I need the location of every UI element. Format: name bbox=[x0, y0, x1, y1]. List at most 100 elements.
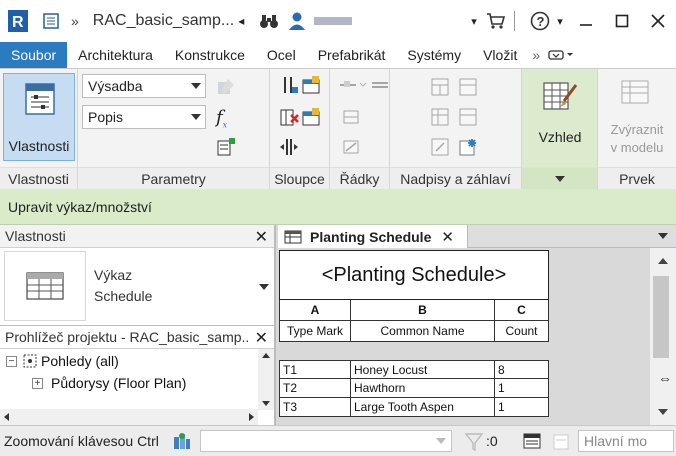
minimize-icon[interactable] bbox=[568, 6, 604, 36]
ungroup-headers-icon[interactable] bbox=[458, 137, 478, 157]
schedule-header-block: <Planting Schedule> A B C Type Mark Comm… bbox=[279, 250, 549, 342]
scroll-down-icon[interactable] bbox=[262, 401, 270, 406]
column-table-icon[interactable] bbox=[301, 75, 321, 95]
column-header-common-name[interactable]: Common Name bbox=[351, 321, 495, 342]
close-properties-icon[interactable]: ✕ bbox=[255, 227, 268, 247]
insert-column-icon[interactable] bbox=[279, 75, 299, 95]
help-icon[interactable]: ? bbox=[528, 7, 552, 35]
calculated-value-icon[interactable]: fx bbox=[216, 107, 236, 130]
scroll-up-icon[interactable] bbox=[658, 258, 668, 264]
cell-type-mark[interactable]: T2 bbox=[279, 379, 351, 398]
column-letter-c[interactable]: C bbox=[495, 300, 549, 321]
binoculars-icon[interactable] bbox=[258, 7, 280, 35]
design-options-icon[interactable] bbox=[552, 432, 572, 455]
column-letter-b[interactable]: B bbox=[351, 300, 495, 321]
view-tabs-menu-icon[interactable] bbox=[658, 233, 668, 239]
close-project-browser-icon[interactable]: ✕ bbox=[255, 328, 268, 348]
worksharing-icon[interactable] bbox=[172, 431, 192, 454]
resize-column-icon[interactable] bbox=[301, 107, 321, 127]
close-window-icon[interactable] bbox=[640, 6, 676, 36]
filter-selection-icon[interactable] bbox=[464, 432, 484, 455]
column-letter-a[interactable]: A bbox=[279, 300, 351, 321]
phase-combo[interactable]: Výsadba bbox=[82, 74, 206, 98]
column-width-icon[interactable] bbox=[279, 137, 299, 157]
tab-systemy[interactable]: Systémy bbox=[396, 42, 472, 68]
tab-vlozit[interactable]: Vložit bbox=[472, 42, 528, 68]
insert-row-icon[interactable] bbox=[338, 75, 372, 95]
merge-cells-icon[interactable] bbox=[430, 77, 450, 97]
tree-item-views[interactable]: − Pohledy (all) bbox=[6, 350, 119, 372]
properties-button[interactable]: Vlastnosti bbox=[3, 73, 75, 161]
highlight-in-model-button[interactable]: Zvýraznit v modelu bbox=[600, 73, 674, 161]
ribbon-panels: Vlastnosti Vlastnosti Výsadba Popis fx P… bbox=[0, 69, 676, 189]
help-dropdown-icon[interactable]: ▾ bbox=[552, 7, 568, 35]
column-header-type-mark[interactable]: Type Mark bbox=[279, 321, 351, 342]
scroll-down-icon[interactable] bbox=[658, 409, 668, 415]
open-file-icon[interactable] bbox=[41, 7, 61, 35]
unmerge-cells-icon[interactable] bbox=[458, 77, 478, 97]
tab-prefabrikat[interactable]: Prefabrikát bbox=[307, 42, 397, 68]
quick-access-overflow-icon[interactable]: » bbox=[71, 7, 79, 35]
delete-row-icon[interactable] bbox=[342, 107, 362, 127]
tab-soubor[interactable]: Soubor bbox=[0, 42, 68, 68]
table-row[interactable]: T1 Honey Locust 8 bbox=[279, 360, 549, 379]
cell-type-mark[interactable]: T3 bbox=[279, 398, 351, 417]
close-view-tab-icon[interactable]: ✕ bbox=[441, 228, 454, 246]
schedule-title[interactable]: <Planting Schedule> bbox=[279, 250, 549, 300]
scroll-up-icon[interactable] bbox=[262, 353, 270, 358]
workset-field[interactable] bbox=[200, 430, 452, 452]
ribbon-display-toggle-icon[interactable] bbox=[544, 42, 578, 68]
highlight-button-line1: Zvýraznit bbox=[610, 122, 664, 137]
project-browser-title: Prohlížeč projektu - RAC_basic_samp... bbox=[5, 329, 250, 345]
clear-cell-icon[interactable] bbox=[458, 107, 478, 127]
filter-combo[interactable]: Popis bbox=[82, 105, 206, 129]
expand-icon[interactable]: + bbox=[32, 377, 43, 389]
status-bar: Zoomování klávesou Ctrl :0 Hlavní mo bbox=[0, 425, 676, 456]
table-row[interactable]: T3 Large Tooth Aspen 1 bbox=[279, 398, 549, 417]
column-header-count[interactable]: Count bbox=[495, 321, 549, 342]
browser-vertical-scrollbar[interactable] bbox=[258, 349, 274, 410]
scroll-left-icon[interactable] bbox=[4, 413, 9, 421]
type-selector[interactable]: Výkaz Schedule bbox=[0, 248, 274, 324]
toolbar-separator bbox=[514, 11, 524, 31]
tab-konstrukce[interactable]: Konstrukce bbox=[164, 42, 256, 68]
group-headers-icon[interactable] bbox=[430, 137, 450, 157]
revit-app-icon[interactable]: R bbox=[7, 9, 29, 33]
scroll-thumb[interactable] bbox=[653, 276, 669, 358]
chevron-down-icon[interactable] bbox=[436, 438, 446, 444]
title-bar: R » RAC_basic_samp... ◂ ▾ ? ▾ bbox=[0, 0, 676, 42]
appearance-dropdown[interactable] bbox=[522, 167, 597, 189]
delete-column-icon[interactable] bbox=[279, 107, 299, 127]
tab-planting-schedule[interactable]: Planting Schedule ✕ bbox=[278, 225, 468, 248]
cell-count[interactable]: 1 bbox=[495, 379, 549, 398]
cell-count[interactable]: 8 bbox=[495, 360, 549, 379]
scroll-right-icon[interactable] bbox=[249, 413, 254, 421]
account-dropdown-icon[interactable]: ▾ bbox=[466, 7, 482, 35]
cell-common-name[interactable]: Hawthorn bbox=[351, 379, 495, 398]
insert-image-icon[interactable] bbox=[430, 107, 450, 127]
editable-only-icon[interactable] bbox=[522, 431, 542, 454]
collapse-icon[interactable]: − bbox=[6, 355, 17, 367]
tabs-overflow-icon[interactable]: » bbox=[528, 42, 544, 68]
view-vertical-scrollbar[interactable]: ⇔ bbox=[650, 248, 676, 425]
tab-architektura[interactable]: Architektura bbox=[67, 42, 164, 68]
cart-icon[interactable] bbox=[482, 7, 510, 35]
user-account-icon[interactable] bbox=[286, 7, 308, 35]
cell-common-name[interactable]: Large Tooth Aspen bbox=[351, 398, 495, 417]
browser-horizontal-scrollbar[interactable] bbox=[0, 409, 258, 425]
maximize-icon[interactable] bbox=[604, 6, 640, 36]
row-resize-icon[interactable] bbox=[342, 137, 362, 157]
main-model-combo[interactable]: Hlavní mo bbox=[578, 430, 674, 452]
combine-parameters-icon[interactable] bbox=[216, 137, 236, 157]
cell-type-mark[interactable]: T1 bbox=[279, 360, 351, 379]
edit-parameter-icon[interactable] bbox=[216, 77, 236, 97]
appearance-button[interactable]: Vzhled bbox=[526, 73, 594, 161]
chevron-down-icon[interactable] bbox=[259, 284, 269, 290]
cell-count[interactable]: 1 bbox=[495, 398, 549, 417]
highlight-model-icon bbox=[621, 80, 649, 104]
cell-common-name[interactable]: Honey Locust bbox=[351, 360, 495, 379]
row-height-icon[interactable] bbox=[370, 75, 390, 95]
tree-item-floor-plans[interactable]: + Půdorysy (Floor Plan) bbox=[32, 372, 186, 394]
tab-ocel[interactable]: Ocel bbox=[256, 42, 307, 68]
table-row[interactable]: T2 Hawthorn 1 bbox=[279, 379, 549, 398]
